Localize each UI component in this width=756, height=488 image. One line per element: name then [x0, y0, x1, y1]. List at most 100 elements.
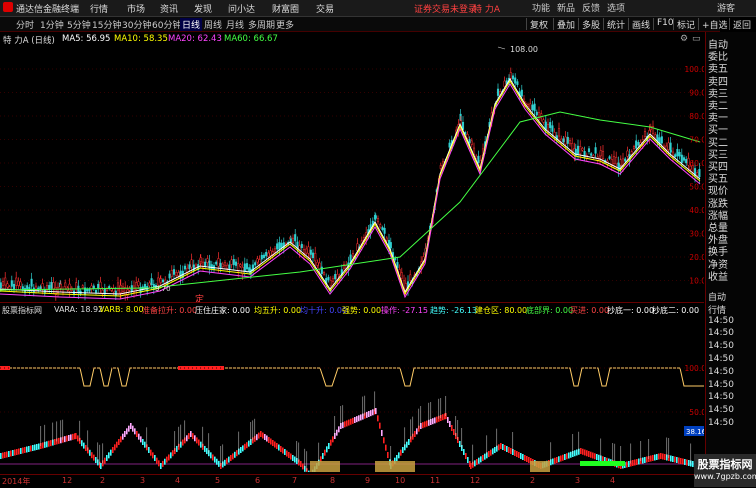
mark-button[interactable]: 标记 [673, 18, 698, 31]
watermark-cn: 股票指标网 [697, 458, 753, 471]
indicator-label-14: 抄底二: 0.00 [652, 306, 700, 315]
period-60min[interactable]: 60分钟 [150, 18, 183, 31]
sidebar-time-10: 14:50 [708, 418, 734, 428]
time-axis: 2014年 12 2 3 4 5 6 7 8 9 10 11 12 2 3 4 [0, 474, 704, 488]
x-label-9: 9 [365, 476, 371, 485]
svg-text:70.0: 70.0 [689, 136, 704, 145]
app-logo-icon [3, 2, 13, 12]
feedback-button[interactable]: 反馈 [582, 1, 600, 14]
kline-chart: 108.00 9.70 定 100.0 90.0 80.0 70.0 60.0 50.0 40.0… [0, 45, 704, 302]
sidebar-time-6: 14:50 [708, 366, 734, 377]
x-label-6: 6 [255, 476, 261, 485]
indicator-label-11: 底部界: 0.00 [526, 306, 574, 315]
kline-panel[interactable]: 特 力A (日线) MA5: 56.95 MA10: 58.35 MA20: 6… [0, 32, 704, 303]
indicator-label-0: 股票指标网 [2, 306, 42, 315]
x-label-5: 5 [215, 476, 221, 485]
multi-stock-button[interactable]: 多股 [578, 18, 603, 31]
indicator-label-9: 趋势: -26.13 [430, 306, 478, 315]
svg-text:定: 定 [195, 293, 204, 302]
app-title: 通达信金融终端 [16, 5, 80, 15]
overlay-button[interactable]: 叠加 [553, 18, 578, 31]
menu-wenxiaoda[interactable]: 问小达 [228, 2, 255, 15]
x-label-10: 10 [395, 476, 406, 485]
indicator-label-8: 操作: -27.15 [381, 306, 429, 315]
stats-button[interactable]: 统计 [603, 18, 628, 31]
chart-toolbar: 复权 叠加 多股 统计 画线 F10 标记 +自选 返回 [526, 17, 756, 31]
title-bar: 通达信金融终端 行情 市场 资讯 发现 问小达 财富圈 交易 证券交易未登录 特… [0, 0, 756, 17]
indicator-label-4: 压住庄家: 0.00 [195, 306, 251, 315]
new-button[interactable]: 新品 [557, 1, 575, 14]
period-fenshi[interactable]: 分时 [14, 18, 36, 31]
period-more[interactable]: 更多 [274, 18, 296, 31]
x-label-8: 8 [330, 476, 336, 485]
sidebar-label-19: 收益 [708, 271, 728, 283]
x-label-13: 2 [530, 476, 536, 485]
period-weekly[interactable]: 周线 [202, 18, 224, 31]
login-warning[interactable]: 证券交易未登录 [414, 2, 477, 15]
indicator-label-6: 均十升: 0.00 [300, 306, 348, 315]
options-button[interactable]: 选项 [607, 1, 625, 14]
svg-text:108.00: 108.00 [510, 45, 538, 54]
sidebar-time-4: 14:50 [708, 341, 734, 352]
back-button[interactable]: 返回 [729, 18, 754, 31]
menu-markets[interactable]: 市场 [127, 2, 145, 15]
sidebar-time-7: 14:50 [708, 379, 734, 390]
indicator-label-5: 均五升: 0.00 [254, 306, 302, 315]
indicator-label-13: 抄底一: 0.00 [607, 306, 655, 315]
sidebar-time-8: 14:50 [708, 392, 734, 403]
sidebar-time-0: 自动 [708, 293, 727, 303]
x-label-4: 4 [175, 476, 181, 485]
sidebar-time-9: 14:50 [708, 405, 734, 416]
site-watermark: 股票指标网 www.7gpzb.com [694, 454, 756, 487]
svg-text:20.0: 20.0 [689, 253, 704, 262]
indicator-label-12: 买进: 0.00 [570, 306, 610, 315]
svg-text:10.0: 10.0 [689, 277, 704, 286]
x-label-2: 2 [100, 476, 106, 485]
guest-button[interactable]: 游客 [717, 1, 735, 14]
indicator-label-10: 建仓区: 80.00 [475, 306, 528, 315]
svg-text:100.0: 100.0 [685, 65, 704, 74]
x-label-0: 2014年 [2, 477, 31, 486]
menu-discover[interactable]: 发现 [194, 2, 212, 15]
menu-market[interactable]: 行情 [90, 2, 108, 15]
x-label-7: 7 [292, 476, 298, 485]
x-label-15: 4 [610, 476, 616, 485]
fuquan-button[interactable]: 复权 [526, 18, 551, 31]
x-label-14: 3 [575, 476, 581, 485]
svg-text:80.0: 80.0 [689, 112, 704, 121]
period-5min[interactable]: 5分钟 [65, 18, 93, 31]
period-daily[interactable]: 日线 [180, 18, 203, 31]
func-button[interactable]: 功能 [532, 1, 550, 14]
menu-trade[interactable]: 交易 [316, 2, 334, 15]
period-15min[interactable]: 15分钟 [90, 18, 123, 31]
period-monthly[interactable]: 月线 [224, 18, 246, 31]
sidebar-time-1: 行情 [708, 305, 727, 316]
indicator-chart: 100.0 50.0 38.16 [0, 364, 704, 472]
menu-wealth[interactable]: 财富圈 [272, 2, 299, 15]
sidebar-time-5: 14:50 [708, 354, 734, 364]
period-multi[interactable]: 多周期 [246, 18, 277, 31]
current-stock: 特 力A [473, 5, 501, 15]
period-30min[interactable]: 30分钟 [120, 18, 153, 31]
svg-text:38.16: 38.16 [686, 428, 704, 436]
period-1min[interactable]: 1分钟 [38, 18, 66, 31]
menu-news[interactable]: 资讯 [160, 2, 178, 15]
indicator-panel[interactable]: 股票指标网 VARA: 18.92 VARB: 8.00 准备拉升: 0.00 压住庄家… [0, 304, 704, 472]
svg-text:40.0: 40.0 [689, 206, 704, 215]
draw-button[interactable]: 画线 [628, 18, 653, 31]
indicator-label-3: 准备拉升: 0.00 [142, 306, 198, 315]
svg-text:30.0: 30.0 [689, 230, 704, 239]
svg-text:50.0: 50.0 [689, 183, 704, 192]
indicator-label-7: 强势: 0.00 [342, 306, 382, 315]
svg-text:100.0: 100.0 [685, 364, 704, 373]
x-label-12: 12 [470, 476, 481, 485]
x-label-11: 11 [430, 476, 441, 485]
add-watchlist-button[interactable]: +自选 [698, 18, 731, 31]
svg-text:90.0: 90.0 [689, 89, 704, 98]
sidebar-time-3: 14:50 [708, 328, 734, 339]
x-label-3: 3 [140, 476, 146, 485]
x-label-1: 12 [62, 476, 73, 485]
svg-text:50.0: 50.0 [689, 408, 704, 417]
sidebar-time-2: 14:50 [708, 315, 734, 326]
indicator-label-1: VARA: 18.92 [54, 305, 104, 314]
